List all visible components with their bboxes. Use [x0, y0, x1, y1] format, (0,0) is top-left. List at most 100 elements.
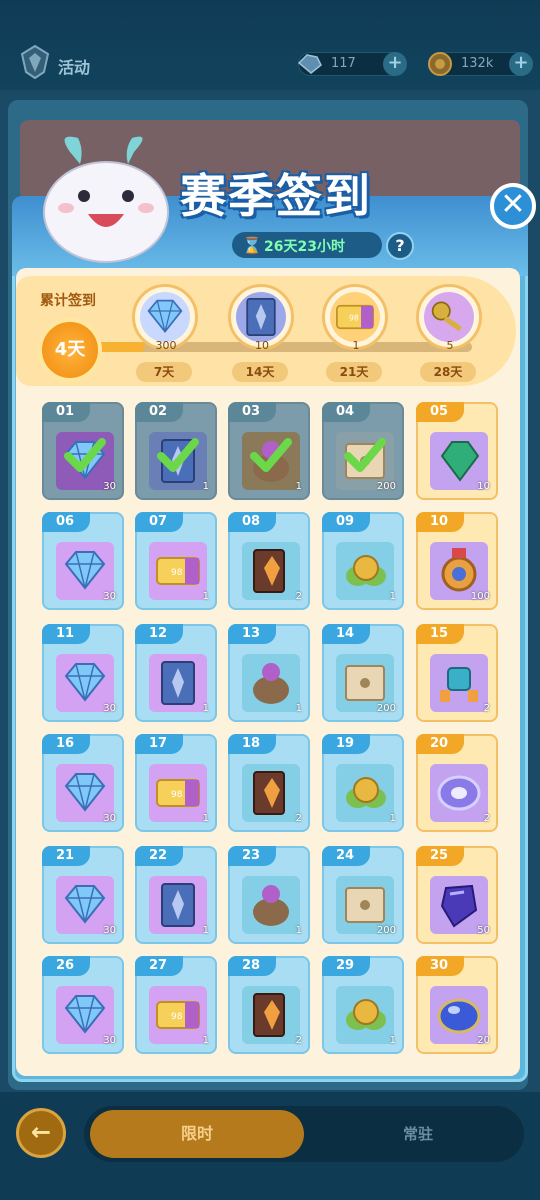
day-reward-cell[interactable]: 20 2 — [416, 734, 498, 832]
day-reward-cell[interactable]: 05 10 — [416, 402, 498, 500]
reward-qty: 30 — [103, 481, 116, 492]
ticket-icon: 98 — [156, 1001, 200, 1029]
day-reward-cell[interactable]: 06 30 — [42, 512, 124, 610]
tab-permanent[interactable]: 常驻 — [318, 1110, 518, 1158]
day-reward-cell[interactable]: 15 2 — [416, 624, 498, 722]
day-reward-cell[interactable]: 18 2 — [228, 734, 310, 832]
day-reward-cell[interactable]: 16 30 — [42, 734, 124, 832]
day-number: 18 — [228, 734, 276, 754]
milestone-reward[interactable]: 300 — [132, 284, 198, 352]
day-reward-cell[interactable]: 29 1 — [322, 956, 404, 1054]
milestone-item-bg — [236, 292, 286, 342]
day-number: 01 — [42, 402, 90, 422]
reward-qty: 50 — [477, 925, 490, 936]
gem-currency: 117 + — [297, 52, 407, 76]
day-reward-cell[interactable]: 21 30 — [42, 846, 124, 944]
close-button[interactable]: ✕ — [490, 183, 536, 229]
day-number: 15 — [416, 624, 464, 644]
reward-item-bg — [242, 542, 300, 600]
reward-qty: 1 — [202, 813, 209, 824]
signin-day-count: 4天 — [38, 318, 102, 382]
day-reward-cell[interactable]: 25 50 — [416, 846, 498, 944]
milestone-item-bg — [424, 292, 474, 342]
book-icon — [253, 549, 285, 593]
reward-item-bg — [336, 542, 394, 600]
back-button[interactable]: ← — [16, 1108, 66, 1158]
day-reward-cell[interactable]: 13 1 — [228, 624, 310, 722]
reward-item-bg — [242, 764, 300, 822]
day-reward-cell[interactable]: 30 20 — [416, 956, 498, 1054]
reward-qty: 1 — [295, 481, 302, 492]
reward-qty: 2 — [295, 813, 302, 824]
reward-qty: 1 — [202, 481, 209, 492]
event-timer: ⌛ 26天23小时 — [232, 232, 382, 258]
day-reward-cell[interactable]: 01 30 — [42, 402, 124, 500]
day-reward-cell[interactable]: 12 1 — [135, 624, 217, 722]
milestone-day-label: 7天 — [136, 362, 192, 382]
milestone-reward[interactable]: 5 — [416, 284, 482, 352]
reward-qty: 1 — [389, 1035, 396, 1046]
book-icon — [253, 993, 285, 1037]
bag-icon — [253, 885, 289, 926]
day-reward-cell[interactable]: 22 1 — [135, 846, 217, 944]
day-reward-cell[interactable]: 03 1 — [228, 402, 310, 500]
reward-qty: 1 — [389, 591, 396, 602]
day-reward-cell[interactable]: 23 1 — [228, 846, 310, 944]
reward-qty: 30 — [103, 813, 116, 824]
cumulative-label: 累计签到 — [40, 293, 96, 309]
day-reward-cell[interactable]: 17 98 1 — [135, 734, 217, 832]
reward-item-bg — [149, 654, 207, 712]
guild-emblem-icon[interactable] — [18, 44, 52, 80]
milestone-reward[interactable]: 10 — [228, 284, 294, 352]
day-reward-cell[interactable]: 10 100 — [416, 512, 498, 610]
ticket-icon: 98 — [156, 557, 200, 585]
coin-currency-icon — [428, 52, 452, 76]
day-reward-cell[interactable]: 27 98 1 — [135, 956, 217, 1054]
day-reward-cell[interactable]: 24 200 — [322, 846, 404, 944]
day-number: 14 — [322, 624, 370, 644]
book-icon — [253, 771, 285, 815]
ticket-icon: 98 — [336, 304, 374, 330]
day-number: 21 — [42, 846, 90, 866]
day-number: 23 — [228, 846, 276, 866]
milestone-day-label: 28天 — [420, 362, 476, 382]
portal-icon — [437, 775, 481, 811]
milestone-reward[interactable]: 98 1 — [322, 284, 388, 352]
day-reward-cell[interactable]: 14 200 — [322, 624, 404, 722]
day-reward-cell[interactable]: 02 1 — [135, 402, 217, 500]
day-reward-cell[interactable]: 19 1 — [322, 734, 404, 832]
svg-text:98: 98 — [171, 1012, 183, 1022]
day-reward-cell[interactable]: 09 1 — [322, 512, 404, 610]
day-number: 20 — [416, 734, 464, 754]
reward-qty: 1 — [295, 703, 302, 714]
day-reward-cell[interactable]: 07 98 1 — [135, 512, 217, 610]
day-number: 10 — [416, 512, 464, 532]
ticket-icon: 98 — [156, 779, 200, 807]
day-reward-cell[interactable]: 26 30 — [42, 956, 124, 1054]
reward-qty: 2 — [295, 1035, 302, 1046]
day-reward-cell[interactable]: 08 2 — [228, 512, 310, 610]
reward-qty: 20 — [477, 1035, 490, 1046]
hourglass-icon: ⌛ — [242, 236, 262, 255]
reward-qty: 100 — [470, 591, 490, 602]
day-reward-cell[interactable]: 04 200 — [322, 402, 404, 500]
claimed-check-icon — [64, 438, 106, 472]
reward-qty: 1 — [202, 591, 209, 602]
day-number: 09 — [322, 512, 370, 532]
reward-qty: 30 — [103, 591, 116, 602]
gem-currency-icon — [297, 54, 322, 74]
add-coin-button[interactable]: + — [509, 52, 533, 76]
reward-item-bg — [336, 764, 394, 822]
svg-text:98: 98 — [171, 568, 183, 578]
reward-qty: 2 — [483, 813, 490, 824]
day-reward-cell[interactable]: 28 2 — [228, 956, 310, 1054]
reward-qty: 1 — [295, 925, 302, 936]
coin-icon — [346, 555, 386, 586]
tab-limited[interactable]: 限时 — [90, 1110, 304, 1158]
milestone-day-label: 14天 — [232, 362, 288, 382]
day-reward-cell[interactable]: 11 30 — [42, 624, 124, 722]
help-button[interactable]: ? — [386, 232, 414, 260]
bag-icon — [253, 663, 289, 704]
add-gem-button[interactable]: + — [383, 52, 407, 76]
day-number: 04 — [322, 402, 370, 422]
